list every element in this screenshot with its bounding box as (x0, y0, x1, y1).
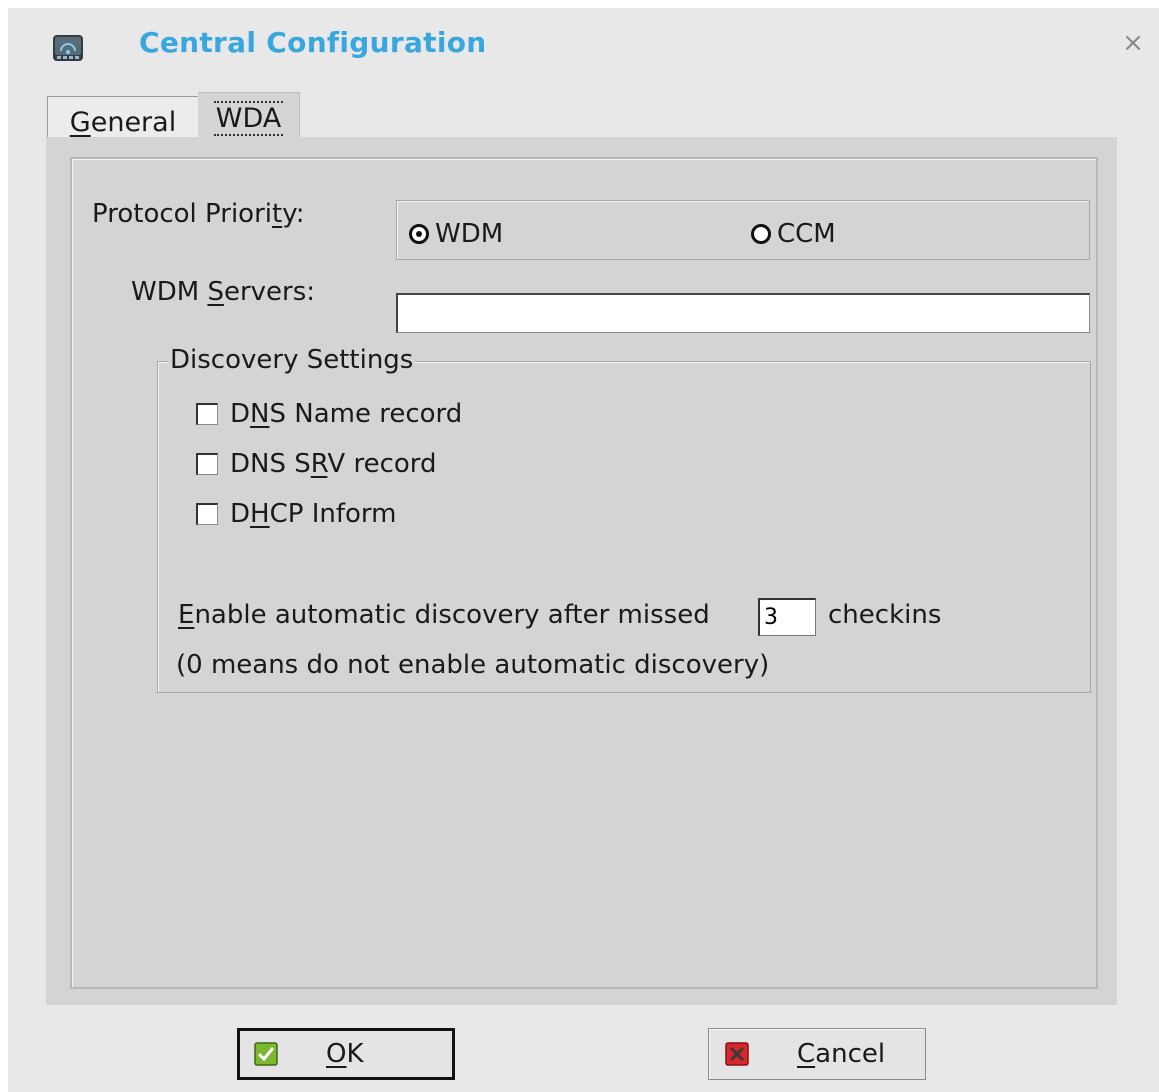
wda-tab-panel: Protocol Priority: WDM CCM WDM Servers: … (46, 137, 1117, 1005)
radio-ccm-indicator[interactable] (751, 224, 771, 244)
cancel-button-label: Cancel (797, 1039, 886, 1069)
ok-button[interactable]: OK (237, 1028, 455, 1080)
dialog-title: Central Configuration (139, 26, 487, 59)
checkbox-dns-srv-record-label: DNS SRV record (230, 449, 437, 479)
missed-checkins-input[interactable] (758, 598, 816, 636)
automatic-discovery-note: (0 means do not enable automatic discove… (176, 650, 770, 680)
tab-general-label: eneral (90, 107, 177, 138)
radio-wdm[interactable]: WDM (409, 219, 503, 249)
checkbox-dns-name-record-label: DNS Name record (230, 399, 463, 429)
discovery-settings-title: Discovery Settings (168, 345, 416, 375)
checkbox-dhcp-inform-label: DHCP Inform (230, 499, 397, 529)
tab-general-mnemonic: G (69, 107, 91, 138)
tab-wda-label: WDA (213, 101, 284, 136)
radio-wdm-indicator[interactable] (409, 224, 429, 244)
checkbox-dns-srv-record[interactable]: DNS SRV record (196, 449, 437, 479)
check-icon (254, 1042, 278, 1066)
radio-ccm-label: CCM (777, 219, 836, 249)
checkbox-dns-name-record-box[interactable] (196, 403, 218, 425)
panel-frame: Protocol Priority: WDM CCM WDM Servers: … (70, 157, 1098, 989)
ok-button-label: OK (326, 1039, 364, 1069)
cancel-button[interactable]: Cancel (708, 1028, 926, 1080)
network-terminal-icon (53, 35, 83, 61)
checkbox-dhcp-inform-box[interactable] (196, 503, 218, 525)
radio-ccm[interactable]: CCM (751, 219, 836, 249)
discovery-settings-group: Discovery Settings DNS Name record DNS S… (157, 345, 1091, 693)
checkbox-dns-srv-record-box[interactable] (196, 453, 218, 475)
checkins-suffix-label: checkins (828, 600, 942, 630)
wdm-servers-input[interactable] (396, 293, 1090, 333)
central-configuration-dialog: Central Configuration × General WDA Prot… (8, 8, 1159, 1092)
protocol-radio-group: WDM CCM (396, 200, 1090, 260)
checkbox-dhcp-inform[interactable]: DHCP Inform (196, 499, 396, 529)
close-icon[interactable]: × (1120, 30, 1146, 56)
protocol-priority-label: Protocol Priority: (92, 199, 305, 229)
wdm-servers-label: WDM Servers: (131, 277, 316, 307)
missed-checkins-label: Enable automatic discovery after missed (178, 600, 710, 630)
checkbox-dns-name-record[interactable]: DNS Name record (196, 399, 462, 429)
radio-wdm-label: WDM (435, 219, 504, 249)
cancel-x-icon (725, 1042, 749, 1066)
